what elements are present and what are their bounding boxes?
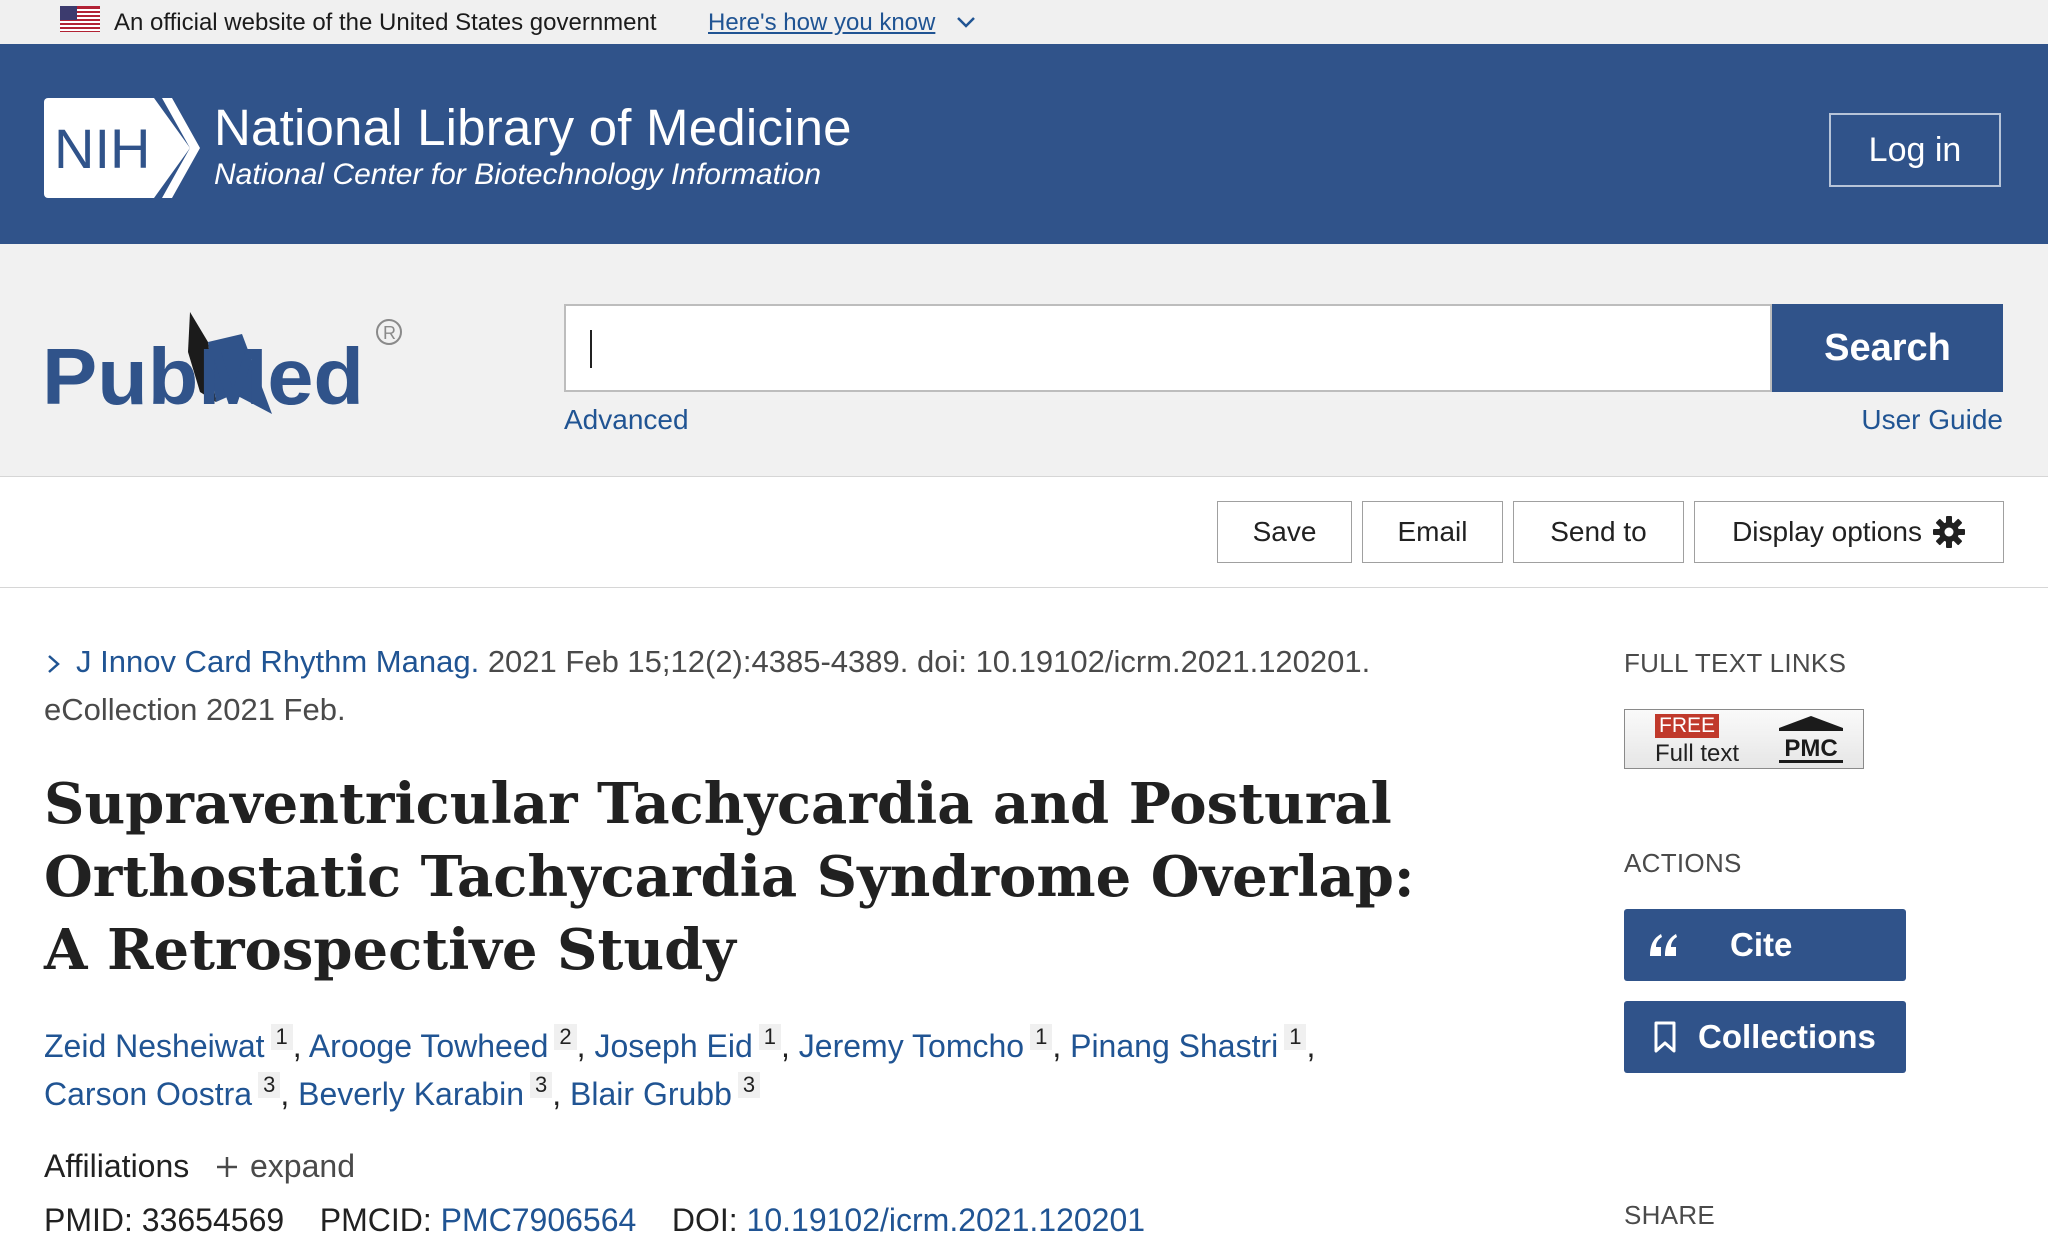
nlm-title[interactable]: National Library of Medicine bbox=[214, 98, 852, 157]
collections-label: Collections bbox=[1698, 1018, 1876, 1055]
advanced-search-link[interactable]: Advanced bbox=[564, 404, 689, 436]
search-band: PubMed R Search Advanced User Guide bbox=[0, 244, 2048, 477]
author-link[interactable]: Zeid Nesheiwat bbox=[44, 1028, 265, 1064]
affiliation-number[interactable]: 3 bbox=[530, 1072, 553, 1098]
gov-banner: An official website of the United States… bbox=[0, 0, 2048, 44]
heres-how-you-know-link[interactable]: Here's how you know bbox=[708, 9, 935, 37]
identifiers-row: PMID: 33654569 PMCID: PMC7906564 DOI: 10… bbox=[44, 1202, 1145, 1239]
display-options-label: Display options bbox=[1732, 516, 1922, 547]
affiliation-number[interactable]: 2 bbox=[554, 1024, 577, 1050]
author-link[interactable]: Joseph Eid bbox=[594, 1028, 752, 1064]
affiliations-label: Affiliations bbox=[44, 1148, 190, 1184]
authors-list: Zeid Nesheiwat 1, Arooge Towheed 2, Joseph… bbox=[44, 1024, 1316, 1112]
author-link[interactable]: Carson Oostra bbox=[44, 1076, 252, 1112]
display-options-button[interactable]: Display options bbox=[1694, 501, 2004, 563]
affiliation-number[interactable]: 3 bbox=[737, 1072, 761, 1098]
chevron-right-icon[interactable] bbox=[44, 653, 64, 675]
doi-link[interactable]: 10.19102/icrm.2021.120201 bbox=[747, 1202, 1146, 1238]
journal-link[interactable]: J Innov Card Rhythm Manag. bbox=[76, 644, 479, 679]
free-tag: FREE bbox=[1655, 714, 1720, 738]
share-heading: SHARE bbox=[1624, 1200, 1716, 1230]
author-link[interactable]: Jeremy Tomcho bbox=[799, 1028, 1024, 1064]
author-link[interactable]: Arooge Towheed bbox=[309, 1028, 549, 1064]
collections-button[interactable]: Collections bbox=[1624, 1001, 1906, 1073]
send-to-button[interactable]: Send to bbox=[1513, 501, 1684, 563]
doi-label: DOI: bbox=[671, 1202, 738, 1238]
login-button[interactable]: Log in bbox=[1829, 113, 2001, 187]
gov-banner-text: An official website of the United States… bbox=[114, 9, 657, 36]
cite-button[interactable]: Cite bbox=[1624, 909, 1906, 981]
author-link[interactable]: Pinang Shastri bbox=[1070, 1028, 1278, 1064]
plus-icon bbox=[217, 1156, 237, 1177]
full-text-links-heading: FULL TEXT LINKS bbox=[1624, 648, 1847, 678]
nih-logo-text: NIH bbox=[54, 117, 150, 180]
pmc-free-full-text-link[interactable]: FREE Full text PMC bbox=[1624, 709, 1864, 769]
quote-icon bbox=[1650, 934, 1677, 956]
affiliation-number[interactable]: 1 bbox=[1030, 1024, 1053, 1050]
pmc-label: PMC bbox=[1784, 735, 1837, 762]
expand-label: expand bbox=[250, 1148, 355, 1184]
pmcid-label: PMCID: bbox=[319, 1202, 432, 1238]
text-cursor bbox=[590, 330, 592, 368]
author-link[interactable]: Blair Grubb bbox=[570, 1076, 732, 1112]
affiliation-number[interactable]: 1 bbox=[758, 1024, 782, 1050]
actions-heading: ACTIONS bbox=[1624, 848, 1742, 878]
us-flag-icon bbox=[60, 6, 100, 32]
search-input[interactable] bbox=[564, 304, 1772, 392]
email-button[interactable]: Email bbox=[1362, 501, 1503, 563]
affiliations-expand-button[interactable]: expand bbox=[214, 1148, 355, 1185]
article-title: Supraventricular Tachycardia and Postura… bbox=[44, 771, 1415, 983]
save-button[interactable]: Save bbox=[1217, 501, 1352, 563]
pmid-value: 33654569 bbox=[141, 1202, 285, 1238]
nih-logo[interactable]: NIH bbox=[44, 98, 200, 198]
full-text-label: Full text bbox=[1655, 740, 1740, 767]
pubmed-logo[interactable]: PubMed R bbox=[40, 294, 420, 424]
ncbi-subtitle[interactable]: National Center for Biotechnology Inform… bbox=[214, 158, 821, 192]
gear-icon bbox=[1932, 516, 1965, 548]
affiliation-number[interactable]: 1 bbox=[270, 1024, 293, 1050]
affiliation-number[interactable]: 1 bbox=[1284, 1024, 1307, 1050]
nih-header: NIH National Library of Medicine Nationa… bbox=[0, 44, 2048, 244]
citation-line: J Innov Card Rhythm Manag. 2021 Feb 15;1… bbox=[44, 638, 1464, 734]
pmc-icon: PMC bbox=[1779, 716, 1843, 763]
article-toolbar: Save Email Send to Display options bbox=[0, 477, 2048, 588]
search-button[interactable]: Search bbox=[1772, 304, 2003, 392]
author-link[interactable]: Beverly Karabin bbox=[298, 1076, 524, 1112]
user-guide-link[interactable]: User Guide bbox=[1861, 404, 2003, 436]
svg-text:R: R bbox=[383, 323, 396, 343]
pubmed-logo-text: PubMed bbox=[42, 332, 364, 421]
affiliation-number[interactable]: 3 bbox=[258, 1072, 281, 1098]
pmcid-link[interactable]: PMC7906564 bbox=[441, 1202, 637, 1238]
bookmark-icon bbox=[1654, 1021, 1676, 1053]
chevron-down-icon[interactable] bbox=[955, 14, 977, 30]
cite-label: Cite bbox=[1730, 926, 1793, 963]
pmid-label: PMID: bbox=[44, 1202, 133, 1238]
